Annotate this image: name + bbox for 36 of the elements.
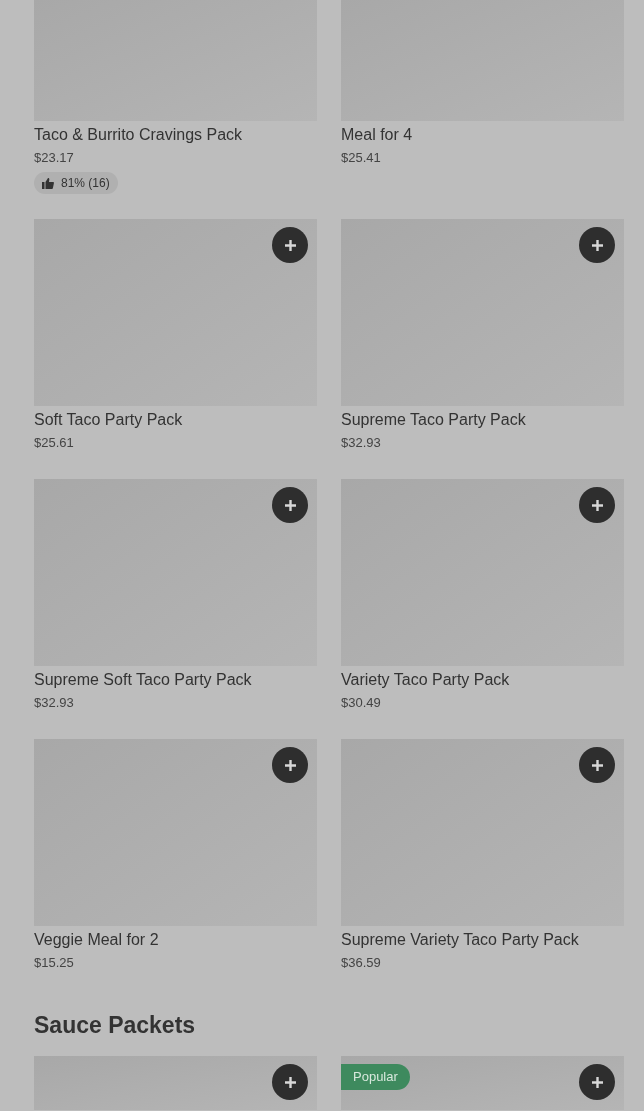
plus-icon: [590, 758, 604, 772]
product-price: $30.49: [341, 694, 382, 712]
product-price: $32.93: [341, 434, 382, 452]
product-price: $25.61: [34, 434, 75, 452]
product-name: Variety Taco Party Pack: [341, 670, 511, 690]
plus-icon: [590, 1075, 604, 1089]
section-heading: Sauce Packets: [34, 1011, 197, 1040]
product-name: Supreme Variety Taco Party Pack: [341, 930, 580, 950]
add-button[interactable]: [272, 1064, 308, 1100]
product-name: Soft Taco Party Pack: [34, 410, 184, 430]
plus-icon: [283, 758, 297, 772]
plus-icon: [283, 1075, 297, 1089]
popular-badge: Popular: [341, 1064, 410, 1090]
product-name: Supreme Soft Taco Party Pack: [34, 670, 253, 690]
add-button[interactable]: [579, 487, 615, 523]
thumbs-up-icon: [42, 177, 54, 189]
plus-icon: [283, 498, 297, 512]
product-name: Supreme Taco Party Pack: [341, 410, 527, 430]
add-button[interactable]: [579, 747, 615, 783]
product-price: $15.25: [34, 954, 75, 972]
product-price: $36.59: [341, 954, 382, 972]
product-name: Veggie Meal for 2: [34, 930, 160, 950]
product-name: Taco & Burrito Cravings Pack: [34, 125, 244, 145]
rating-text: 81% (16): [61, 175, 110, 192]
product-price: $32.93: [34, 694, 75, 712]
product-price: $23.17: [34, 149, 75, 167]
product-price: $25.41: [341, 149, 382, 167]
product-name: Meal for 4: [341, 125, 414, 145]
add-button[interactable]: [579, 227, 615, 263]
plus-icon: [283, 238, 297, 252]
add-button[interactable]: [272, 747, 308, 783]
plus-icon: [590, 238, 604, 252]
plus-icon: [590, 498, 604, 512]
add-button[interactable]: [272, 487, 308, 523]
add-button[interactable]: [272, 227, 308, 263]
add-button[interactable]: [579, 1064, 615, 1100]
